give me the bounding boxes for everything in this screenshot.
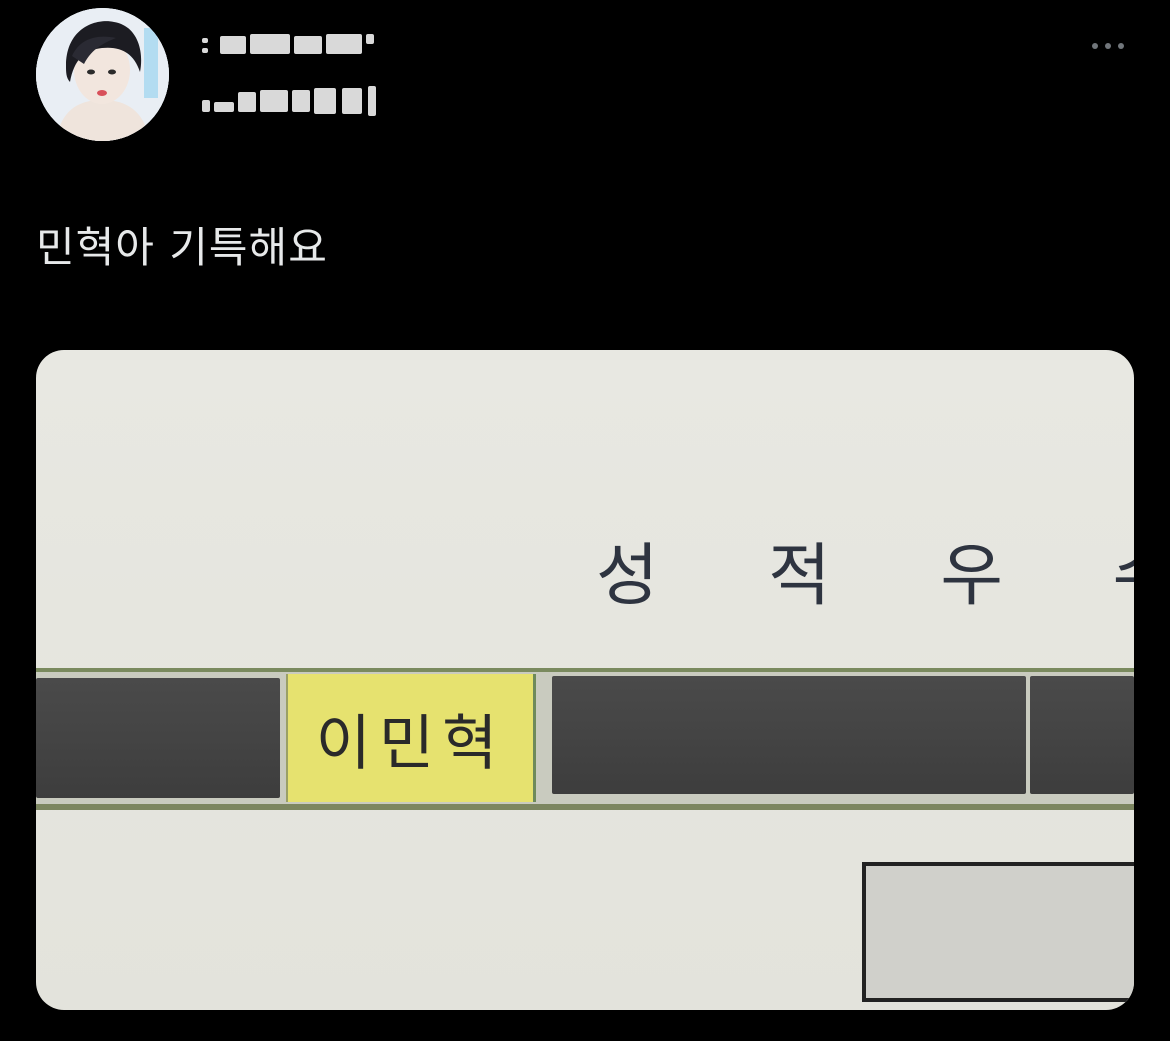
more-horizontal-icon bbox=[1092, 43, 1098, 49]
media-document-title: 성 적 우 수 자 bbox=[596, 537, 1134, 616]
tweet-text: 민혁아 기특해요 bbox=[36, 223, 328, 272]
author-handle-redacted[interactable] bbox=[202, 86, 382, 116]
avatar[interactable] bbox=[36, 8, 169, 141]
author-name-redacted[interactable] bbox=[202, 34, 374, 56]
tweet-header bbox=[0, 0, 1170, 150]
avatar-image bbox=[36, 8, 169, 141]
more-options-button[interactable] bbox=[1080, 30, 1136, 62]
more-horizontal-icon bbox=[1118, 43, 1124, 49]
media-empty-box bbox=[862, 862, 1134, 1002]
tweet-media-image[interactable]: 성 적 우 수 자 이민혁 bbox=[36, 350, 1134, 1010]
media-row-border-top bbox=[36, 668, 1134, 672]
media-redacted-cell bbox=[552, 676, 1026, 794]
media-redacted-cell bbox=[36, 678, 280, 798]
media-highlighted-name: 이민혁 bbox=[315, 708, 506, 779]
media-highlighted-name-cell: 이민혁 bbox=[286, 674, 536, 802]
more-horizontal-icon bbox=[1105, 43, 1111, 49]
media-row-border-bottom bbox=[36, 804, 1134, 810]
media-redacted-cell bbox=[1030, 676, 1134, 794]
